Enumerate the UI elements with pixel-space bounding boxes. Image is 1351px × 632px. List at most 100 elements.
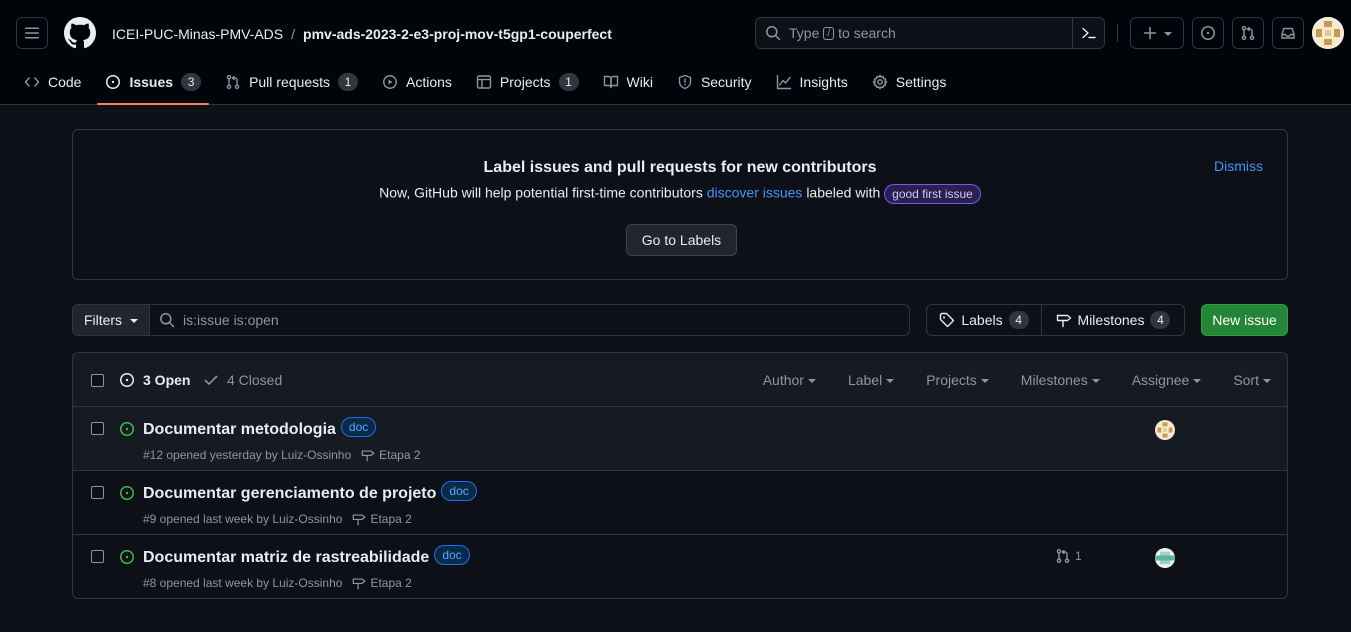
issues-shortcut-button[interactable] [1192, 17, 1224, 49]
github-logo-icon[interactable] [64, 17, 96, 49]
issue-title-wrap: Documentar metodologia doc [143, 417, 377, 440]
issue-milestone[interactable]: Etapa 2 [352, 512, 412, 526]
tab-code-label: Code [48, 74, 82, 90]
dismiss-button[interactable]: Dismiss [1214, 158, 1263, 174]
issues-search-input[interactable]: is:issue is:open [149, 304, 910, 336]
play-icon [383, 75, 397, 89]
closed-issues-label: 4 Closed [227, 372, 283, 388]
tab-issues[interactable]: Issues 3 [97, 66, 209, 105]
tab-security[interactable]: Security [669, 66, 760, 98]
chevron-down-icon [980, 379, 989, 383]
assignee-avatar[interactable] [1155, 548, 1175, 568]
issue-checkbox[interactable] [91, 550, 104, 563]
filters-button[interactable]: Filters [72, 304, 150, 336]
banner-text-after: labeled with [806, 184, 881, 201]
book-icon [603, 75, 618, 89]
open-issues-label: 3 Open [143, 372, 191, 388]
tab-wiki[interactable]: Wiki [595, 66, 661, 98]
issue-milestone[interactable]: Etapa 2 [352, 576, 412, 590]
filters-label: Filters [83, 312, 123, 328]
issue-opened-icon [120, 486, 134, 500]
milestone-icon [1056, 314, 1071, 328]
check-icon [204, 375, 218, 385]
go-to-labels-button[interactable]: Go to Labels [626, 224, 737, 256]
milestones-button[interactable]: Milestones 4 [1041, 304, 1185, 336]
select-all-checkbox[interactable] [91, 374, 104, 387]
good-first-issue-label[interactable]: good first issue [884, 184, 981, 204]
global-header: ICEI-PUC-Minas-PMV-ADS / pmv-ads-2023-2-… [0, 0, 1351, 105]
new-issue-button[interactable]: New issue [1201, 304, 1288, 336]
projects-filter[interactable]: Projects [926, 372, 989, 388]
linked-pull-requests[interactable]: 1 [1055, 548, 1082, 564]
contributors-banner: Label issues and pull requests for new c… [72, 129, 1288, 280]
tab-insights[interactable]: Insights [768, 66, 856, 98]
global-search-input[interactable]: Type / to search [755, 17, 1105, 49]
milestones-filter[interactable]: Milestones [1021, 372, 1100, 388]
list-filters: Author Label Projects Milestones Assigne… [763, 372, 1271, 388]
breadcrumb: ICEI-PUC-Minas-PMV-ADS / pmv-ads-2023-2-… [112, 25, 612, 43]
issues-counter: 3 [181, 73, 202, 91]
issue-row[interactable]: Documentar gerenciamento de projeto doc … [73, 471, 1287, 535]
issue-label[interactable]: doc [434, 545, 470, 565]
issue-label[interactable]: doc [441, 481, 477, 501]
inbox-button[interactable] [1272, 17, 1304, 49]
chevron-down-icon [886, 379, 895, 383]
tab-projects-label: Projects [499, 74, 551, 90]
issue-label[interactable]: doc [340, 417, 377, 437]
issue-opened-icon [120, 373, 134, 387]
tab-code[interactable]: Code [16, 66, 89, 98]
tab-actions[interactable]: Actions [374, 66, 460, 98]
discover-issues-link[interactable]: discover issues [707, 185, 803, 201]
author-filter[interactable]: Author [763, 372, 816, 388]
command-palette-button[interactable] [1072, 18, 1104, 48]
sort-filter[interactable]: Sort [1233, 372, 1271, 388]
breadcrumb-owner-link[interactable]: ICEI-PUC-Minas-PMV-ADS [112, 25, 283, 43]
issue-title-link[interactable]: Documentar gerenciamento de projeto [143, 485, 436, 503]
closed-issues-tab[interactable]: 4 Closed [203, 372, 282, 388]
create-new-button[interactable] [1130, 17, 1184, 49]
milestone-icon [353, 514, 366, 526]
tag-icon [940, 312, 955, 328]
issue-row[interactable]: Documentar matriz de rastreabilidade doc… [73, 535, 1287, 598]
plus-icon [1143, 26, 1157, 40]
issue-row[interactable]: Documentar metodologia doc #12 opened ye… [73, 407, 1287, 471]
issue-milestone[interactable]: Etapa 2 [361, 448, 421, 462]
menu-button[interactable] [16, 17, 48, 49]
tab-settings[interactable]: Settings [864, 66, 955, 98]
issue-milestone-label: Etapa 2 [370, 576, 412, 590]
issue-opened-icon [120, 550, 134, 564]
search-icon [160, 313, 175, 328]
breadcrumb-repo-link[interactable]: pmv-ads-2023-2-e3-proj-mov-t5gp1-couperf… [303, 25, 612, 43]
assignee-avatar[interactable] [1155, 420, 1175, 440]
user-avatar[interactable] [1312, 17, 1344, 49]
issue-milestone-label: Etapa 2 [370, 512, 412, 526]
milestones-filter-label: Milestones [1020, 372, 1088, 388]
tab-pull-requests[interactable]: Pull requests 1 [217, 66, 366, 98]
milestone-icon [361, 450, 375, 462]
label-filter-label: Label [847, 372, 883, 388]
pull-request-icon [1241, 25, 1255, 41]
issue-title-link[interactable]: Documentar metodologia [143, 421, 336, 439]
issue-checkbox[interactable] [91, 422, 104, 435]
open-issues-tab[interactable]: 3 Open [119, 372, 190, 388]
pull-requests-shortcut-button[interactable] [1232, 17, 1264, 49]
issue-opened-icon [1201, 26, 1215, 40]
assignee-filter-label: Assignee [1131, 372, 1190, 388]
issue-milestone-label: Etapa 2 [379, 448, 421, 462]
issue-meta-text: #12 opened yesterday by Luiz-Ossinho [143, 448, 352, 462]
issue-checkbox[interactable] [91, 486, 104, 499]
label-filter[interactable]: Label [847, 372, 895, 388]
tab-settings-label: Settings [895, 74, 947, 90]
milestones-counter: 4 [1150, 311, 1171, 329]
graph-icon [776, 74, 791, 90]
labels-button[interactable]: Labels 4 [926, 304, 1042, 336]
repo-nav: Code Issues 3 Pull requests 1 Actions Pr… [16, 66, 962, 105]
assignee-filter[interactable]: Assignee [1132, 372, 1202, 388]
banner-text-before: Now, GitHub will help potential first-ti… [379, 184, 703, 201]
issue-meta: #8 opened last week by Luiz-Ossinho Etap… [143, 576, 412, 590]
milestones-label: Milestones [1077, 312, 1145, 328]
issue-title-link[interactable]: Documentar matriz de rastreabilidade [143, 549, 429, 567]
search-placeholder-prefix: Type [789, 25, 820, 41]
tab-projects[interactable]: Projects 1 [468, 66, 587, 98]
chevron-down-icon [130, 319, 139, 323]
